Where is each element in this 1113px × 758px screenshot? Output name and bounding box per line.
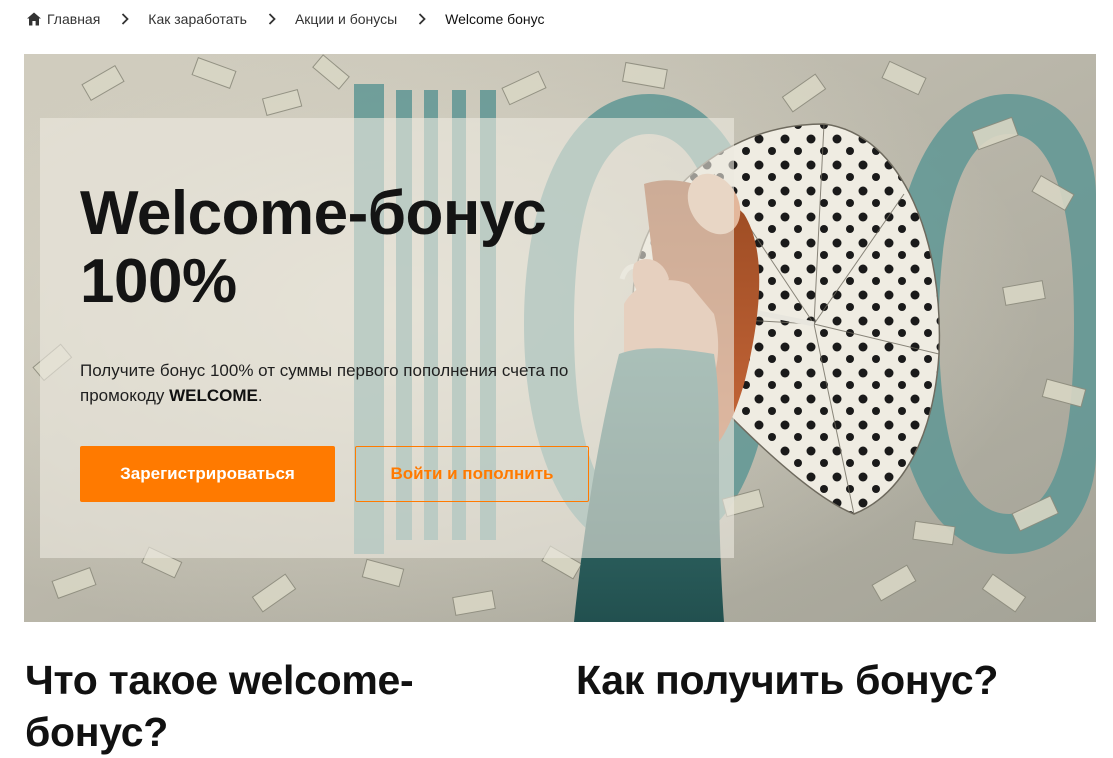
login-and-deposit-button[interactable]: Войти и пополнить bbox=[355, 446, 589, 502]
breadcrumb-promotions[interactable]: Акции и бонусы bbox=[295, 11, 397, 27]
what-is-welcome-bonus-heading: Что такое welcome-бонус? bbox=[25, 657, 414, 755]
hero-title: Welcome-бонус 100% bbox=[80, 180, 700, 316]
promo-code: WELCOME bbox=[169, 386, 258, 405]
hero-description-text: Получите бонус 100% от суммы первого поп… bbox=[80, 361, 569, 405]
hero-description: Получите бонус 100% от суммы первого поп… bbox=[80, 358, 650, 408]
chevron-right-icon bbox=[268, 13, 276, 25]
chevron-right-icon bbox=[122, 13, 130, 25]
hero-description-end: . bbox=[257, 386, 263, 405]
how-to-get-bonus-heading: Как получить бонус? bbox=[576, 657, 999, 703]
hero-title-line2: 100% bbox=[80, 247, 237, 316]
hero-title-line1: Welcome-бонус bbox=[80, 179, 547, 248]
breadcrumb-home-label: Главная bbox=[47, 11, 101, 27]
home-icon bbox=[27, 12, 41, 26]
hero-banner: Welcome-бонус 100% Получите бонус 100% о… bbox=[24, 54, 1096, 622]
breadcrumb-current: Welcome бонус bbox=[445, 11, 545, 27]
breadcrumb-home[interactable]: Главная bbox=[26, 11, 100, 27]
breadcrumb-how-to-earn[interactable]: Как заработать bbox=[148, 11, 247, 27]
register-button[interactable]: Зарегистрироваться bbox=[80, 446, 335, 502]
breadcrumb: Главная Как заработать Акции и бонусы We… bbox=[26, 9, 545, 29]
chevron-right-icon bbox=[419, 13, 426, 25]
